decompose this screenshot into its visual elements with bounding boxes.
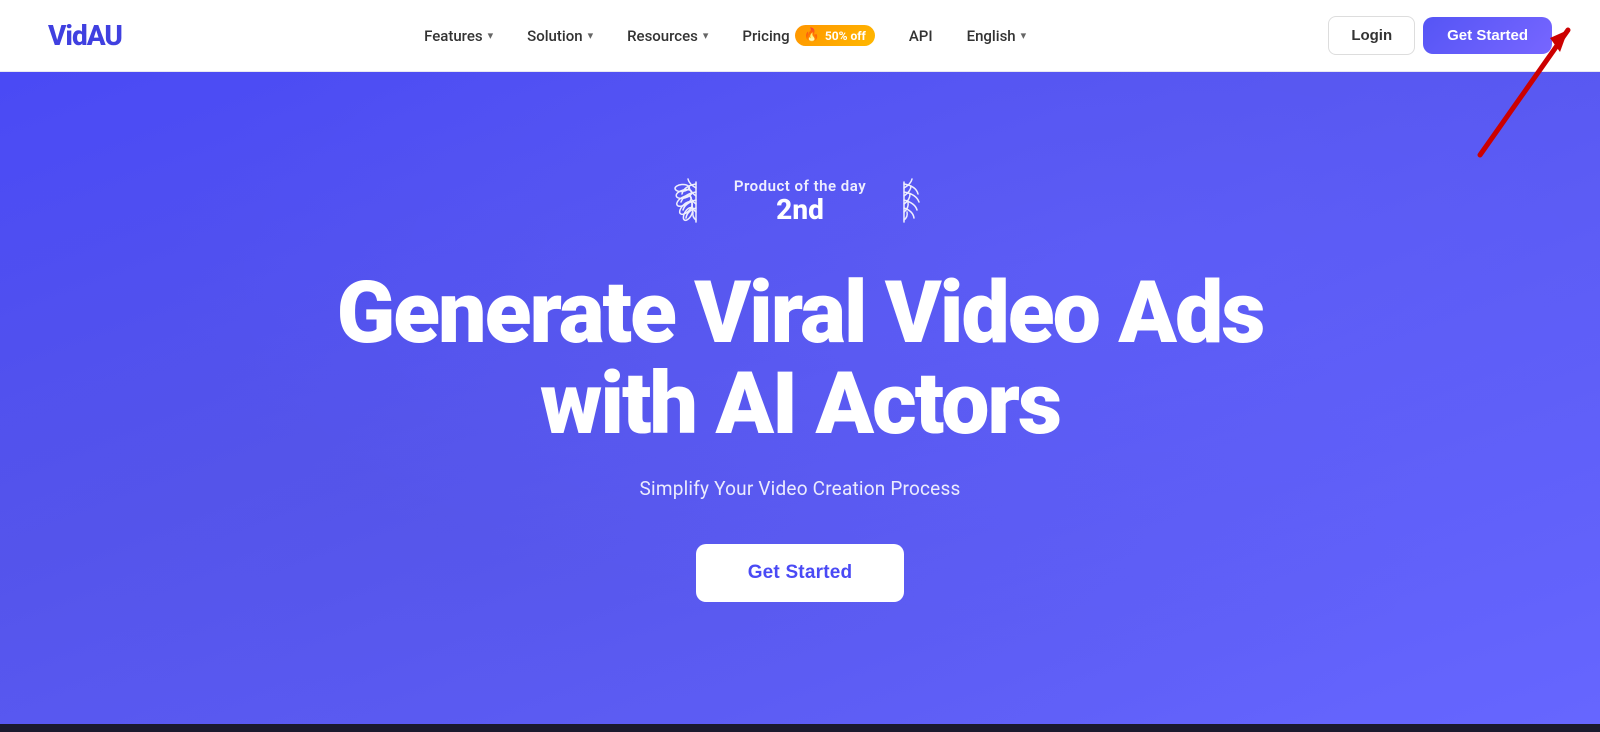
potd-text: Product of the day 2nd [734,177,866,226]
get-started-nav-button[interactable]: Get Started [1423,17,1552,54]
resources-chevron-icon: ▾ [703,29,709,42]
nav-item-features[interactable]: Features ▾ [410,19,507,53]
nav-item-language[interactable]: English ▾ [953,19,1041,53]
nav-item-solution[interactable]: Solution ▾ [513,19,607,53]
pricing-badge: 🔥 50% off [795,25,875,46]
navbar: VidAU Features ▾ Solution ▾ Resources ▾ … [0,0,1600,72]
nav-item-api[interactable]: API [895,19,947,53]
fire-icon: 🔥 [804,28,820,43]
api-label: API [909,27,933,45]
nav-item-resources[interactable]: Resources ▾ [613,19,722,53]
bottom-dark-bar [0,724,1600,732]
login-button[interactable]: Login [1328,16,1415,55]
hero-subheadline: Simplify Your Video Creation Process [640,477,961,500]
hero-section: 🏅 🌿 Product of the day 2nd 🌿 .potd-badge… [0,72,1600,724]
hero-headline: Generate Viral Video Ads with AI Actors [337,268,1264,449]
laurel-right-icon [882,174,926,228]
features-label: Features [424,27,482,45]
solution-label: Solution [527,27,582,45]
potd-container: Product of the day 2nd [674,174,926,228]
features-chevron-icon: ▾ [488,29,494,42]
solution-chevron-icon: ▾ [588,29,594,42]
nav-item-pricing[interactable]: Pricing 🔥 50% off [728,17,888,54]
pricing-label: Pricing [742,27,789,45]
logo[interactable]: VidAU [48,19,122,52]
hero-headline-line2: with AI Actors [540,353,1060,454]
laurel-left-icon [674,174,718,228]
hero-headline-line1: Generate Viral Video Ads [337,262,1264,363]
language-label: English [967,27,1016,45]
resources-label: Resources [627,27,698,45]
nav-right: Login Get Started [1328,16,1552,55]
nav-links: Features ▾ Solution ▾ Resources ▾ Pricin… [122,17,1328,54]
language-chevron-icon: ▾ [1021,29,1027,42]
get-started-hero-button[interactable]: Get Started [696,544,905,602]
potd-rank-text: 2nd [776,195,824,226]
pricing-badge-text: 50% off [825,29,866,43]
